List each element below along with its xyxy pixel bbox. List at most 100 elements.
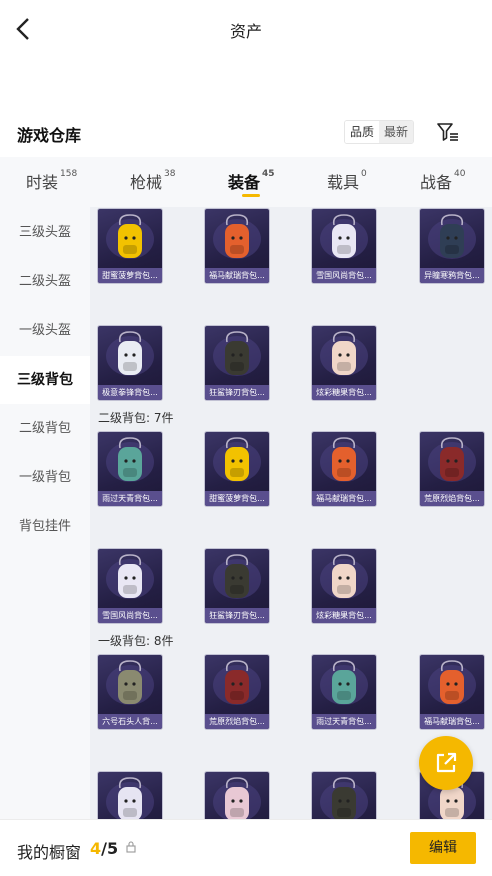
section-title-backpack-l1: 一级背包: 8件 [98, 634, 174, 648]
tab-battle-prep[interactable]: 战备 40 [420, 169, 465, 193]
tab-equipment[interactable]: 装备 45 [228, 169, 275, 193]
filter-button[interactable] [436, 120, 460, 144]
snow-backpack-icon [106, 554, 154, 599]
bird-backpack-icon [106, 437, 154, 482]
sidebar-item-backpack-l2[interactable]: 二级背包 [0, 405, 90, 453]
item-name: 福马献瑞背包... [205, 268, 269, 283]
item-card[interactable]: 狂鲨锋刃背包... [205, 326, 269, 400]
rabbit-backpack-icon [428, 214, 476, 259]
share-icon [436, 752, 457, 773]
item-name: 荒原烈焰背包... [205, 714, 269, 729]
item-card[interactable]: 六号石头人背... [98, 655, 162, 729]
bottom-bar: 我的橱窗 4/5 编辑 [0, 819, 492, 876]
sort-newest-button[interactable]: 最新 [379, 121, 414, 143]
item-card[interactable]: 异瞳寒鸦背包... [420, 209, 484, 283]
tab-vehicles[interactable]: 载具 0 [327, 169, 367, 193]
item-card[interactable] [98, 772, 162, 819]
tab-count: 0 [361, 169, 367, 179]
tab-label: 时装 [26, 173, 59, 192]
item-name: 炫彩糖果背包... [312, 385, 376, 400]
item-name: 福马献瑞背包... [312, 491, 376, 506]
item-name: 炫彩糖果背包... [312, 608, 376, 623]
tab-label: 载具 [327, 173, 360, 192]
donut-backpack-icon [320, 554, 368, 599]
shark-backpack-icon [320, 777, 368, 819]
horse-backpack-icon [213, 214, 261, 259]
item-name: 异瞳寒鸦背包... [420, 268, 484, 283]
sidebar-item-backpack-charm[interactable]: 背包挂件 [0, 503, 90, 551]
tab-count: 45 [262, 169, 275, 179]
tab-fashion[interactable]: 时装 158 [26, 169, 77, 193]
flame-backpack-icon [428, 437, 476, 482]
item-card[interactable] [312, 772, 376, 819]
item-name: 极意拳锋背包... [98, 385, 162, 400]
sidebar-item-helmet-l3[interactable]: 三级头盔 [0, 209, 90, 257]
item-name: 福马献瑞背包... [420, 714, 484, 729]
item-card[interactable]: 雪国风尚背包... [98, 549, 162, 623]
item-card[interactable]: 狂鲨锋刃背包... [205, 549, 269, 623]
bird-backpack-icon [320, 660, 368, 705]
showcase-count-total: /5 [101, 839, 119, 858]
item-card[interactable]: 炫彩糖果背包... [312, 549, 376, 623]
asset-page: 资产 游戏仓库 品质 最新 时装 158 枪械 38 装备 45 载具 0 战备 40 三… [0, 0, 492, 876]
sidebar-item-backpack-l3[interactable]: 三级背包 [0, 356, 90, 404]
edit-button[interactable]: 编辑 [410, 832, 476, 864]
tab-label: 战备 [420, 173, 453, 192]
item-card[interactable]: 极意拳锋背包... [98, 326, 162, 400]
item-name: 六号石头人背... [98, 714, 162, 729]
sidebar-item-backpack-l1[interactable]: 一级背包 [0, 454, 90, 502]
horse-backpack-icon [428, 660, 476, 705]
sort-toggle: 品质 最新 [344, 120, 415, 144]
share-button[interactable] [419, 736, 473, 790]
item-name: 狂鲨锋刃背包... [205, 385, 269, 400]
tab-label: 装备 [228, 173, 261, 192]
horse-backpack-icon [320, 437, 368, 482]
item-card[interactable]: 福马献瑞背包... [420, 655, 484, 729]
shark-backpack-icon [213, 554, 261, 599]
tab-label: 枪械 [130, 173, 163, 192]
pineapple-backpack-icon [213, 437, 261, 482]
warehouse-title: 游戏仓库 [17, 126, 82, 145]
item-card[interactable]: 荒原烈焰背包... [420, 432, 484, 506]
top-bar: 资产 [0, 0, 492, 58]
item-card[interactable]: 荒原烈焰背包... [205, 655, 269, 729]
stone-backpack-icon [106, 660, 154, 705]
section-title-backpack-l2: 二级背包: 7件 [98, 411, 174, 425]
item-card[interactable]: 炫彩糖果背包... [312, 326, 376, 400]
sidebar-item-helmet-l1[interactable]: 一级头盔 [0, 307, 90, 355]
item-name: 甜蜜菠萝背包... [98, 268, 162, 283]
item-card[interactable]: 雨过天青背包... [98, 432, 162, 506]
donut-backpack-icon [320, 331, 368, 376]
item-card[interactable]: 甜蜜菠萝背包... [98, 209, 162, 283]
filter-icon [437, 123, 458, 141]
item-name: 甜蜜菠萝背包... [205, 491, 269, 506]
category-tabs: 时装 158 枪械 38 装备 45 载具 0 战备 40 [0, 157, 492, 207]
tab-guns[interactable]: 枪械 38 [130, 169, 175, 193]
shark-backpack-icon [213, 331, 261, 376]
item-card[interactable]: 雪国风尚背包... [312, 209, 376, 283]
item-name: 雨过天青背包... [98, 491, 162, 506]
item-card[interactable]: 福马献瑞背包... [205, 209, 269, 283]
item-name: 雪国风尚背包... [312, 268, 376, 283]
item-card[interactable]: 福马献瑞背包... [312, 432, 376, 506]
item-card[interactable]: 雨过天青背包... [312, 655, 376, 729]
showcase-count: 4/5 [90, 839, 118, 858]
fist-backpack-icon [106, 331, 154, 376]
sort-quality-button[interactable]: 品质 [345, 121, 380, 143]
item-card[interactable]: 甜蜜菠萝背包... [205, 432, 269, 506]
item-grid: 二级背包: 7件 一级背包: 8件 甜蜜菠萝背包... 福马献瑞背包... 雪国风尚… [90, 207, 492, 819]
sidebar-item-helmet-l2[interactable]: 二级头盔 [0, 258, 90, 306]
lock-icon [126, 841, 136, 853]
active-tab-indicator [242, 194, 260, 197]
item-name: 雪国风尚背包... [98, 608, 162, 623]
item-name: 狂鲨锋刃背包... [205, 608, 269, 623]
tab-count: 38 [164, 169, 176, 179]
bunny-backpack-icon [106, 777, 154, 819]
flame-backpack-icon [213, 660, 261, 705]
pineapple-backpack-icon [106, 214, 154, 259]
showcase-count-current: 4 [90, 839, 102, 858]
snow-backpack-icon [320, 214, 368, 259]
sidebar: 三级头盔 二级头盔 一级头盔 三级背包 二级背包 一级背包 背包挂件 [0, 207, 90, 819]
item-card[interactable] [205, 772, 269, 819]
page-title: 资产 [229, 22, 262, 41]
